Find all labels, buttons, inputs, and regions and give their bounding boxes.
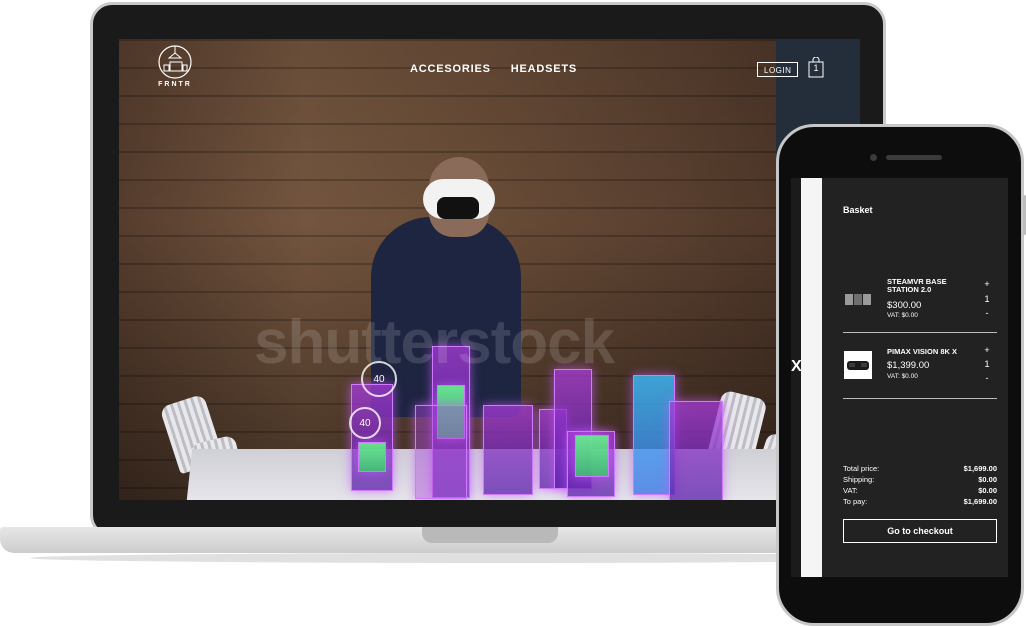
qty-decrease-button[interactable]: - bbox=[982, 308, 992, 318]
cart-count-badge: 1 bbox=[813, 63, 819, 73]
page-behind-letter: X bbox=[791, 358, 802, 375]
hologram-building bbox=[483, 405, 533, 495]
item-price: $300.00 bbox=[887, 300, 922, 311]
nav-links: ACCESORIES HEADSETS bbox=[410, 63, 577, 75]
totals-value: $1,699.00 bbox=[963, 464, 997, 473]
hologram-building-highlight bbox=[575, 435, 609, 477]
item-thumbnail bbox=[843, 350, 873, 380]
nav-link-accessories[interactable]: ACCESORIES bbox=[410, 63, 491, 75]
laptop-notch bbox=[422, 527, 558, 543]
totals-label: Shipping: bbox=[843, 475, 875, 484]
nav-link-headsets[interactable]: HEADSETS bbox=[511, 63, 577, 75]
item-price: $1,399.00 bbox=[887, 360, 930, 371]
qty-value: 1 bbox=[984, 359, 990, 369]
basket-title: Basket bbox=[843, 205, 873, 215]
basket-totals: Total price: $1,699.00 Shipping: $0.00 V… bbox=[843, 463, 997, 507]
totals-value: $1,699.00 bbox=[963, 497, 997, 506]
phone-screen: X Basket STEAMVR BASE STATION 2.0 $300.0… bbox=[791, 178, 1008, 577]
totals-label: To pay: bbox=[843, 497, 868, 506]
hero-vr-visor bbox=[437, 197, 479, 219]
cart-button[interactable]: 1 bbox=[808, 56, 824, 78]
basket-item: STEAMVR BASE STATION 2.0 $300.00 VAT: $0… bbox=[843, 264, 997, 333]
checkout-button[interactable]: Go to checkout bbox=[843, 519, 997, 543]
hologram-building bbox=[415, 405, 467, 499]
qty-increase-button[interactable]: + bbox=[982, 345, 992, 355]
basket-drawer: Basket STEAMVR BASE STATION 2.0 $300.00 … bbox=[822, 178, 1008, 577]
totals-row: Shipping: $0.00 bbox=[843, 474, 997, 485]
logo-text: FRNTR bbox=[158, 81, 192, 88]
site-logo[interactable]: FRNTR bbox=[155, 45, 195, 89]
totals-value: $0.00 bbox=[978, 475, 997, 484]
qty-value: 1 bbox=[984, 294, 990, 304]
login-button[interactable]: LOGIN bbox=[757, 62, 799, 77]
qty-increase-button[interactable]: + bbox=[982, 279, 992, 289]
item-name: STEAMVR BASE STATION 2.0 bbox=[887, 277, 947, 294]
basket-item: PIMAX VISION 8K X $1,399.00 VAT: $0.00 +… bbox=[843, 334, 997, 399]
totals-row: Total price: $1,699.00 bbox=[843, 463, 997, 474]
totals-row: To pay: $1,699.00 bbox=[843, 496, 997, 507]
hologram-building bbox=[669, 401, 723, 500]
hologram-building-highlight bbox=[358, 442, 386, 472]
item-thumbnail bbox=[843, 284, 873, 314]
base-station-icon bbox=[845, 294, 871, 305]
phone-speaker bbox=[886, 155, 942, 160]
phone-camera bbox=[870, 154, 877, 161]
item-vat: VAT: $0.00 bbox=[887, 373, 918, 380]
item-name: PIMAX VISION 8K X bbox=[887, 347, 958, 356]
qty-decrease-button[interactable]: - bbox=[982, 373, 992, 383]
hologram-ring: 40 bbox=[349, 407, 381, 439]
hologram-ring-label: 40 bbox=[359, 417, 371, 429]
page-behind-dark-edge: X bbox=[791, 178, 802, 577]
chair-lamp-logo-icon bbox=[158, 45, 192, 79]
totals-row: VAT: $0.00 bbox=[843, 485, 997, 496]
item-vat: VAT: $0.00 bbox=[887, 312, 918, 319]
page-behind-drawer: X bbox=[791, 178, 822, 577]
totals-value: $0.00 bbox=[978, 486, 997, 495]
totals-label: Total price: bbox=[843, 464, 880, 473]
laptop-screen: 40 40 shutterstock FRNTR ACCESORIES HEAD… bbox=[119, 39, 860, 500]
hero-watermark: shutterstock bbox=[254, 308, 615, 377]
vr-headset-icon bbox=[844, 351, 872, 379]
site-nav: FRNTR ACCESORIES HEADSETS LOGIN 1 bbox=[119, 39, 860, 109]
totals-label: VAT: bbox=[843, 486, 858, 495]
